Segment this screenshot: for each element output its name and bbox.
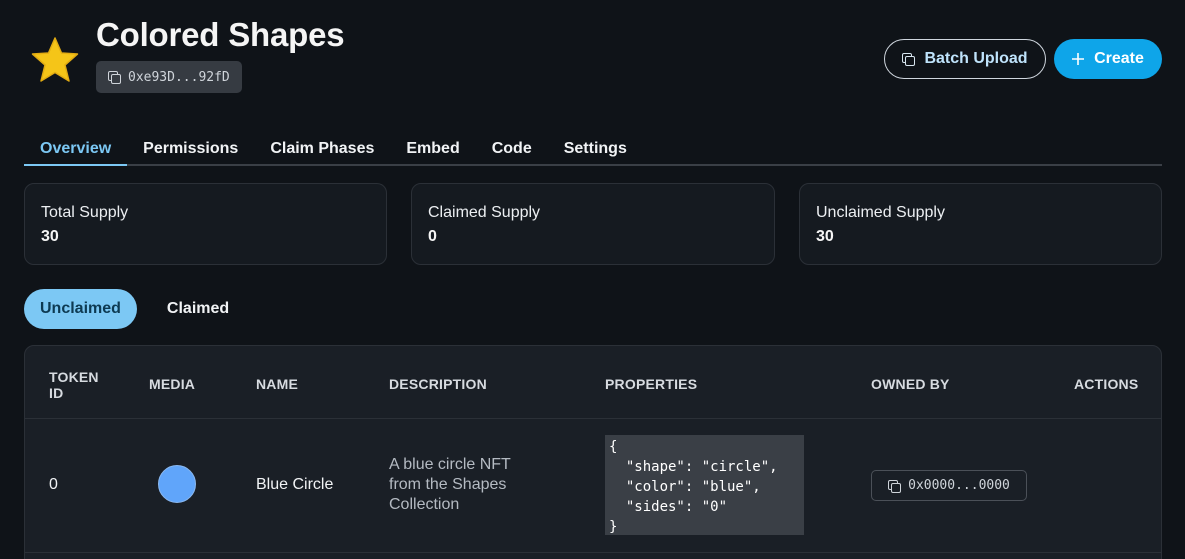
claim-filter: Unclaimed Claimed [24, 289, 245, 329]
contract-header: Colored Shapes 0xe93D...92fD Batch Uploa… [0, 0, 1185, 110]
properties-line: { [609, 439, 618, 455]
owner-address-copy-button[interactable]: 0x0000...0000 [871, 470, 1027, 501]
column-header-media[interactable]: Media [149, 376, 195, 392]
nft-description: A blue circle NFT from the Shapes Collec… [389, 455, 539, 515]
page-title: Colored Shapes [96, 16, 345, 53]
stat-card-claimed-supply: Claimed Supply 0 [411, 183, 775, 265]
copy-icon [108, 71, 121, 84]
tab-overview[interactable]: Overview [24, 132, 128, 166]
owner-address: 0x0000...0000 [908, 478, 1010, 493]
create-button[interactable]: Create [1054, 39, 1162, 79]
properties-line: "color": "blue", [609, 479, 761, 495]
filter-claimed-button[interactable]: Claimed [151, 289, 245, 329]
stat-value: 30 [816, 228, 834, 245]
nft-media-circle [158, 465, 196, 503]
plus-icon [1072, 53, 1085, 65]
token-id: 0 [49, 476, 58, 493]
tab-bar: Overview Permissions Claim Phases Embed … [24, 132, 1162, 166]
column-header-token-id-line1: Token [49, 369, 99, 385]
column-header-description[interactable]: Description [389, 376, 487, 392]
stat-label: Total Supply [41, 204, 129, 221]
column-header-actions[interactable]: Actions [1074, 376, 1138, 392]
stat-value: 30 [41, 228, 59, 245]
tab-claim-phases[interactable]: Claim Phases [254, 132, 390, 166]
create-label: Create [1094, 50, 1144, 67]
stat-card-total-supply: Total Supply 30 [24, 183, 387, 265]
properties-line: "sides": "0" [609, 499, 728, 515]
column-header-token-id-line2: ID [49, 385, 64, 401]
contract-address: 0xe93D...92fD [128, 69, 230, 85]
table-row[interactable]: 0 Blue Circle A blue circle NFT from the… [25, 419, 1161, 553]
batch-upload-label: Batch Upload [924, 50, 1028, 67]
description-line: A blue circle NFT [389, 456, 511, 473]
column-header-properties[interactable]: Properties [605, 376, 697, 392]
description-line: Collection [389, 496, 460, 513]
contract-address-copy-button[interactable]: 0xe93D...92fD [96, 61, 242, 93]
description-line: from the Shapes [389, 476, 507, 493]
nft-properties: { "shape": "circle", "color": "blue", "s… [605, 435, 804, 535]
copy-icon [888, 479, 902, 493]
table-header: Token ID Media Name Description Properti… [25, 346, 1161, 419]
tab-code[interactable]: Code [476, 132, 548, 166]
filter-unclaimed-button[interactable]: Unclaimed [24, 289, 137, 329]
properties-line: } [609, 519, 618, 535]
stat-label: Claimed Supply [428, 204, 541, 221]
nft-table: Token ID Media Name Description Properti… [24, 345, 1162, 559]
column-header-token-id[interactable]: Token ID [49, 369, 99, 401]
batch-upload-icon [902, 53, 916, 66]
tab-embed[interactable]: Embed [390, 132, 475, 166]
stat-label: Unclaimed Supply [816, 204, 945, 221]
batch-upload-button[interactable]: Batch Upload [884, 39, 1046, 79]
nft-name: Blue Circle [256, 476, 334, 493]
tab-permissions[interactable]: Permissions [127, 132, 254, 166]
stat-card-unclaimed-supply: Unclaimed Supply 30 [799, 183, 1162, 265]
stat-value: 0 [428, 228, 437, 245]
properties-line: "shape": "circle", [609, 459, 778, 475]
tab-settings[interactable]: Settings [548, 132, 643, 166]
column-header-name[interactable]: Name [256, 376, 298, 392]
column-header-owned-by[interactable]: Owned By [871, 376, 950, 392]
star-icon [31, 37, 79, 82]
